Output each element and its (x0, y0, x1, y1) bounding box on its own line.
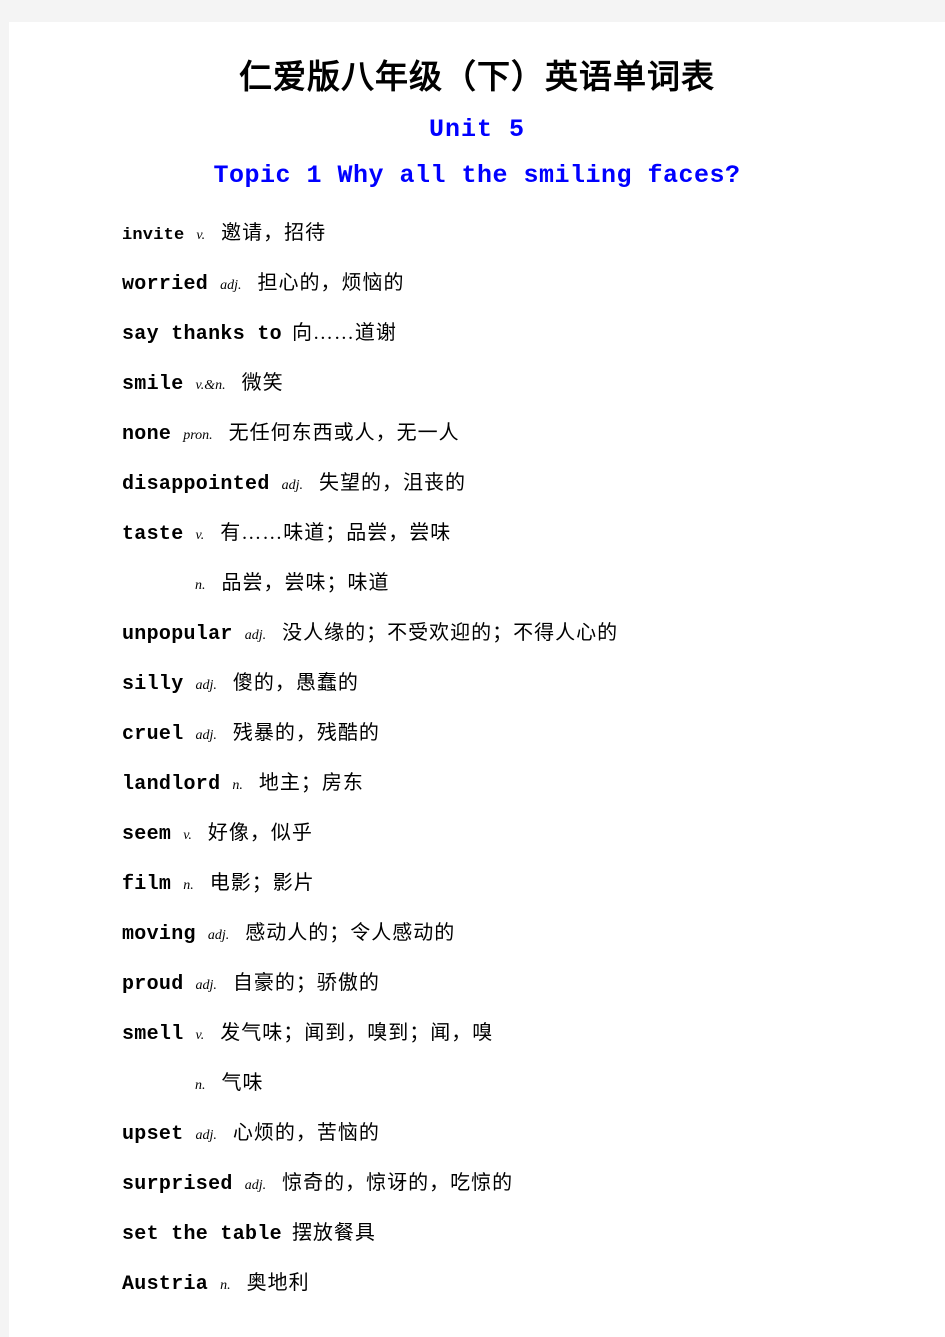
entry-part-of-speech: adj. (281, 477, 304, 493)
entry-definition: 失望的，沮丧的 (319, 471, 467, 494)
entry-definition: 傻的，愚蠢的 (232, 671, 359, 694)
vocabulary-entry: taste v. 有……味道；品尝，尝味 (9, 508, 945, 558)
entry-definition: 残暴的，残酷的 (232, 721, 380, 744)
entry-word: proud (122, 972, 184, 996)
entry-definition: 没人缘的；不受欢迎的；不得人心的 (282, 621, 619, 644)
entry-part-of-speech: v.&n. (195, 377, 226, 393)
entry-definition: 惊奇的，惊讶的，吃惊的 (282, 1171, 514, 1194)
entry-word: seem (122, 822, 172, 846)
vocabulary-entry: silly adj. 傻的，愚蠢的 (9, 658, 945, 708)
entry-definition: 好像，似乎 (207, 821, 313, 844)
entry-definition: 气味 (221, 1071, 264, 1094)
entry-part-of-speech: adj. (207, 927, 230, 943)
entry-word: disappointed (122, 472, 270, 496)
vocabulary-entry: smile v.&n. 微笑 (9, 358, 945, 408)
entry-part-of-speech: v. (183, 827, 192, 843)
entry-word: landlord (122, 772, 221, 796)
vocabulary-entry: upset adj. 心烦的，苦恼的 (9, 1108, 945, 1158)
entry-word: film (122, 872, 172, 896)
entry-word: say thanks to (122, 322, 282, 346)
entry-definition: 地主；房东 (258, 771, 364, 794)
entry-word: worried (122, 272, 209, 296)
entry-word: smell (122, 1022, 184, 1046)
vocabulary-entry: set the table 摆放餐具 (9, 1208, 945, 1258)
entry-word: silly (122, 672, 184, 696)
entry-definition: 品尝，尝味；味道 (221, 571, 390, 594)
entry-word: cruel (122, 722, 184, 746)
entry-part-of-speech: adj. (220, 277, 242, 293)
entry-definition: 发气味；闻到，嗅到；闻，嗅 (220, 1021, 494, 1044)
entry-part-of-speech: adj. (195, 677, 217, 693)
entry-word: moving (122, 922, 196, 946)
entry-word: surprised (122, 1172, 233, 1196)
vocabulary-entry: moving adj. 感动人的；令人感动的 (9, 908, 945, 958)
entry-definition: 有……味道；品尝，尝味 (220, 521, 452, 544)
vocabulary-entry: film n. 电影；影片 (9, 858, 945, 908)
entry-part-of-speech: n. (195, 1077, 206, 1093)
vocabulary-entry: landlord n. 地主；房东 (9, 758, 945, 808)
entry-word: unpopular (122, 622, 233, 646)
entry-definition: 摆放餐具 (291, 1221, 376, 1244)
entry-definition: 担心的，烦恼的 (257, 271, 405, 294)
entry-part-of-speech: n. (183, 877, 194, 893)
entry-definition: 心烦的，苦恼的 (232, 1121, 380, 1144)
entry-word: smile (122, 372, 184, 396)
vocabulary-entry: say thanks to 向……道谢 (9, 308, 945, 358)
entry-word: invite (122, 225, 185, 245)
entry-definition: 感动人的；令人感动的 (245, 921, 456, 944)
entry-definition: 奥地利 (246, 1271, 310, 1294)
document-page: 仁爱版八年级（下）英语单词表 Unit 5 Topic 1 Why all th… (9, 22, 945, 1337)
entry-definition: 自豪的；骄傲的 (232, 971, 380, 994)
vocabulary-entry: cruel adj. 残暴的，残酷的 (9, 708, 945, 758)
entry-word: Austria (122, 1272, 209, 1296)
entry-definition: 电影；影片 (209, 871, 315, 894)
entry-word: upset (122, 1122, 184, 1146)
vocabulary-entry: Austria n. 奥地利 (9, 1258, 945, 1308)
entry-word: taste (122, 522, 184, 546)
entry-part-of-speech: v. (196, 227, 206, 243)
entry-definition: 邀请，招待 (221, 221, 327, 244)
entry-part-of-speech: v. (195, 527, 205, 543)
vocabulary-entry: none pron. 无任何东西或人，无一人 (9, 408, 945, 458)
vocabulary-entry: smell v. 发气味；闻到，嗅到；闻，嗅 (9, 1008, 945, 1058)
vocabulary-entry: proud adj. 自豪的；骄傲的 (9, 958, 945, 1008)
topic-heading: Topic 1 Why all the smiling faces? (213, 160, 741, 190)
vocabulary-entry: seem v. 好像，似乎 (9, 808, 945, 858)
entry-part-of-speech: n. (195, 577, 206, 593)
vocabulary-entry: n. 品尝，尝味；味道 (9, 558, 945, 608)
entry-part-of-speech: v. (195, 1027, 205, 1043)
vocabulary-entry: unpopular adj. 没人缘的；不受欢迎的；不得人心的 (9, 608, 945, 658)
vocabulary-entry: surprised adj. 惊奇的，惊讶的，吃惊的 (9, 1158, 945, 1208)
entry-word: set the table (122, 1222, 282, 1246)
entry-part-of-speech: n. (232, 777, 243, 793)
entry-definition: 向……道谢 (291, 321, 397, 344)
entry-part-of-speech: n. (220, 1277, 231, 1293)
entry-part-of-speech: pron. (183, 427, 213, 443)
entry-part-of-speech: adj. (195, 727, 217, 743)
entry-word: none (122, 422, 172, 446)
entry-part-of-speech: adj. (244, 627, 267, 643)
vocabulary-entry: invite v. 邀请，招待 (9, 208, 945, 258)
vocabulary-entry: worried adj. 担心的，烦恼的 (9, 258, 945, 308)
entry-definition: 无任何东西或人，无一人 (228, 421, 460, 444)
page-title: 仁爱版八年级（下）英语单词表 (239, 60, 715, 96)
entry-part-of-speech: adj. (244, 1177, 267, 1193)
entry-part-of-speech: adj. (195, 1127, 217, 1143)
vocabulary-entry: n. 气味 (9, 1058, 945, 1108)
unit-heading: Unit 5 (428, 114, 525, 144)
vocabulary-list: invite v. 邀请，招待 worried adj. 担心的，烦恼的 say thank… (9, 190, 945, 1308)
entry-definition: 微笑 (241, 371, 284, 394)
vocabulary-entry: disappointed adj. 失望的，沮丧的 (9, 458, 945, 508)
entry-part-of-speech: adj. (195, 977, 217, 993)
